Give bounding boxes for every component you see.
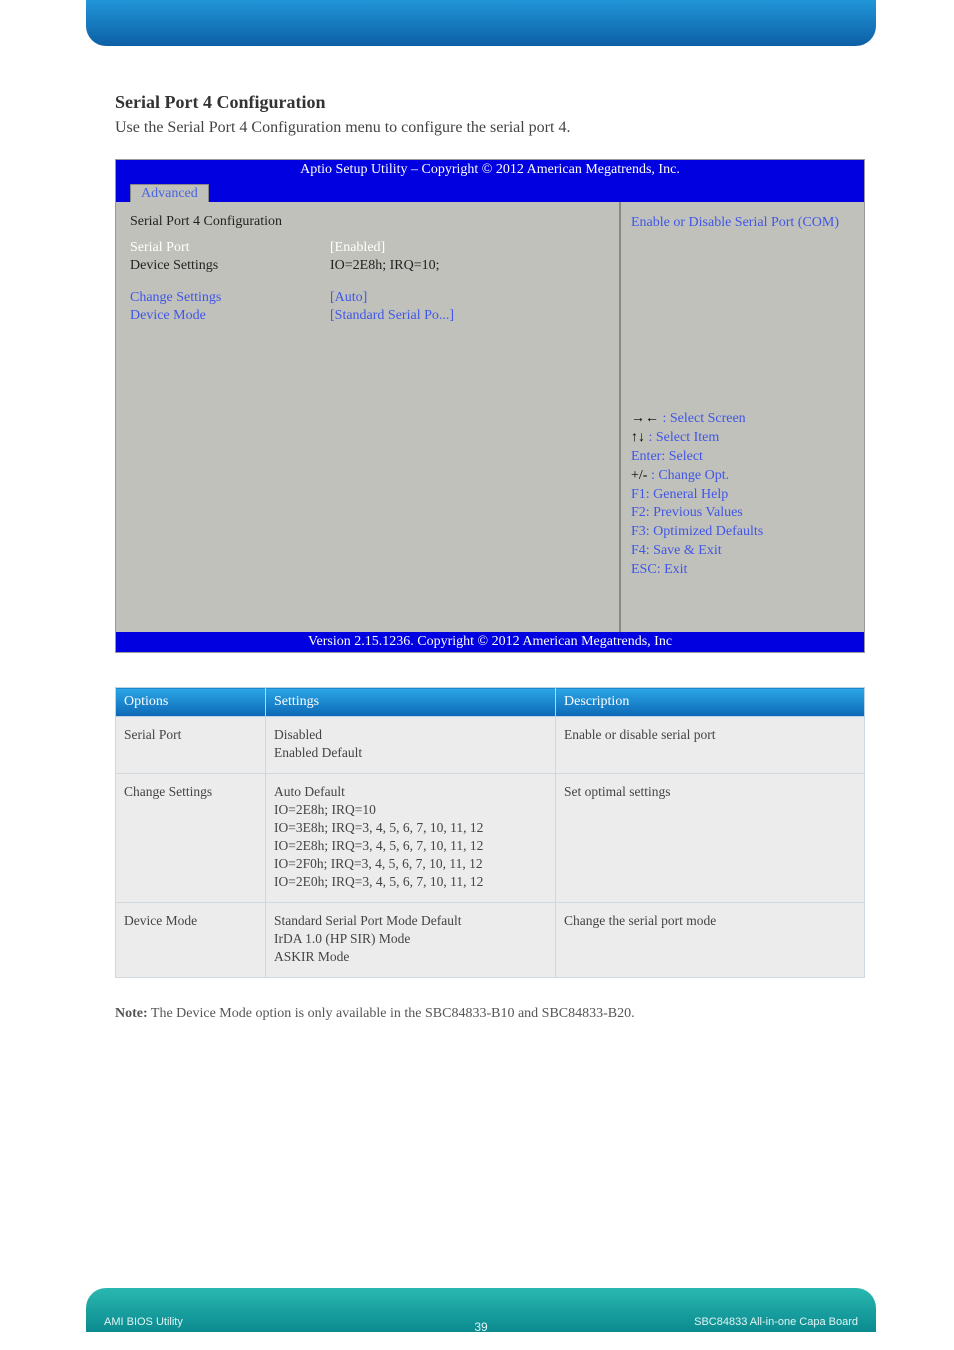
section-title: Serial Port 4 Configuration bbox=[115, 92, 854, 113]
bios-value: [Auto] bbox=[330, 290, 605, 306]
setting-line: IO=2F0h; IRQ=3, 4, 5, 6, 7, 10, 11, 12 bbox=[274, 856, 547, 872]
footer-page-number: 39 bbox=[474, 1320, 487, 1334]
cell-option: Change Settings bbox=[116, 774, 266, 903]
bios-label: Device Settings bbox=[130, 258, 330, 274]
bios-value: [Enabled] bbox=[330, 240, 605, 256]
bios-panel-heading: Serial Port 4 Configuration bbox=[130, 214, 330, 230]
footer-right: SBC84833 All-in-one Capa Board bbox=[694, 1316, 858, 1328]
bios-value: IO=2E8h; IRQ=10; bbox=[330, 258, 605, 274]
nav-text: : Change Opt. bbox=[647, 468, 729, 483]
nav-key: F2 bbox=[631, 505, 646, 520]
th-settings: Settings bbox=[266, 688, 556, 717]
bios-row: Serial Port [Enabled] bbox=[130, 240, 605, 256]
note-text: The Device Mode option is only available… bbox=[148, 1006, 635, 1021]
section-desc: Use the Serial Port 4 Configuration menu… bbox=[115, 119, 854, 137]
nav-text: : Exit bbox=[657, 562, 688, 577]
bios-screen: Aptio Setup Utility – Copyright © 2012 A… bbox=[115, 159, 865, 653]
bios-tab-bar: Advanced bbox=[116, 180, 864, 202]
options-table: Options Settings Description Serial Port… bbox=[115, 687, 865, 978]
setting-line: IO=2E0h; IRQ=3, 4, 5, 6, 7, 10, 11, 12 bbox=[274, 874, 547, 890]
setting-line: IrDA 1.0 (HP SIR) Mode bbox=[274, 931, 547, 947]
nav-text: : Previous Values bbox=[646, 505, 743, 520]
bios-left-panel: Serial Port 4 Configuration Serial Port … bbox=[116, 202, 621, 632]
setting-line: Auto Default bbox=[274, 784, 547, 800]
setting-line: Disabled bbox=[274, 727, 547, 743]
footer-left: AMI BIOS Utility bbox=[104, 1316, 183, 1328]
nav-text: : General Help bbox=[646, 487, 728, 502]
table-row: Device ModeStandard Serial Port Mode Def… bbox=[116, 903, 865, 978]
bios-row: Device Settings IO=2E8h; IRQ=10; bbox=[130, 258, 605, 274]
nav-text: : Save & Exit bbox=[646, 543, 722, 558]
bios-title-bar: Aptio Setup Utility – Copyright © 2012 A… bbox=[116, 160, 864, 180]
nav-key: ESC bbox=[631, 562, 657, 577]
bios-row: Device Mode [Standard Serial Po...] bbox=[130, 308, 605, 324]
bios-label: Change Settings bbox=[130, 290, 330, 306]
nav-text: : Optimized Defaults bbox=[646, 524, 763, 539]
cell-description: Set optimal settings bbox=[556, 774, 865, 903]
nav-arrow-lr-icon: →← bbox=[631, 411, 659, 426]
table-row: Change Settings Auto Default IO=2E8h; IRQ=… bbox=[116, 774, 865, 903]
nav-key: F1 bbox=[631, 487, 646, 502]
bottom-banner: AMI BIOS Utility 39 SBC84833 All-in-one … bbox=[86, 1288, 876, 1332]
page-content: Serial Port 4 Configuration Use the Seri… bbox=[0, 60, 954, 1022]
nav-plus-minus-icon: +/- bbox=[631, 468, 647, 483]
cell-description: Enable or disable serial port bbox=[556, 717, 865, 774]
cell-settings: Disabled Enabled Default bbox=[266, 717, 556, 774]
setting-line: Enabled Default bbox=[274, 745, 547, 761]
cell-option: Device Mode bbox=[116, 903, 266, 978]
cell-description: Change the serial port mode bbox=[556, 903, 865, 978]
bios-body: Serial Port 4 Configuration Serial Port … bbox=[116, 202, 864, 632]
bios-nav-keys: →← : Select Screen ↑↓ : Select Item Ente… bbox=[631, 410, 854, 620]
nav-text: : Select Screen bbox=[659, 411, 746, 426]
top-banner bbox=[86, 0, 876, 46]
nav-key: F3 bbox=[631, 524, 646, 539]
note: Note: The Device Mode option is only ava… bbox=[115, 1006, 854, 1022]
bios-value: [Standard Serial Po...] bbox=[330, 308, 605, 324]
nav-text: : Select bbox=[661, 449, 703, 464]
bios-version-bar: Version 2.15.1236. Copyright © 2012 Amer… bbox=[116, 632, 864, 652]
nav-key: F4 bbox=[631, 543, 646, 558]
th-description: Description bbox=[556, 688, 865, 717]
setting-line: IO=2E8h; IRQ=10 bbox=[274, 802, 547, 818]
note-label: Note: bbox=[115, 1006, 148, 1021]
table-header-row: Options Settings Description bbox=[116, 688, 865, 717]
bios-help-text: Enable or Disable Serial Port (COM) bbox=[631, 214, 854, 233]
cell-option: Serial Port bbox=[116, 717, 266, 774]
nav-arrow-ud-icon: ↑↓ bbox=[631, 430, 645, 445]
setting-line: ASKIR Mode bbox=[274, 949, 547, 965]
bios-label: Serial Port bbox=[130, 240, 330, 256]
nav-text: : Select Item bbox=[645, 430, 719, 445]
cell-settings: Standard Serial Port Mode Default IrDA 1.… bbox=[266, 903, 556, 978]
bios-right-panel: Enable or Disable Serial Port (COM) →← :… bbox=[621, 202, 864, 632]
th-options: Options bbox=[116, 688, 266, 717]
bios-label: Device Mode bbox=[130, 308, 330, 324]
nav-key: Enter bbox=[631, 449, 661, 464]
cell-settings: Auto Default IO=2E8h; IRQ=10 IO=3E8h; IRQ=… bbox=[266, 774, 556, 903]
setting-line: IO=3E8h; IRQ=3, 4, 5, 6, 7, 10, 11, 12 bbox=[274, 820, 547, 836]
table-row: Serial Port Disabled Enabled Default Enable… bbox=[116, 717, 865, 774]
setting-line: Standard Serial Port Mode Default bbox=[274, 913, 547, 929]
setting-line: IO=2E8h; IRQ=3, 4, 5, 6, 7, 10, 11, 12 bbox=[274, 838, 547, 854]
bios-row: Change Settings [Auto] bbox=[130, 290, 605, 306]
bios-tab-advanced: Advanced bbox=[130, 184, 209, 202]
